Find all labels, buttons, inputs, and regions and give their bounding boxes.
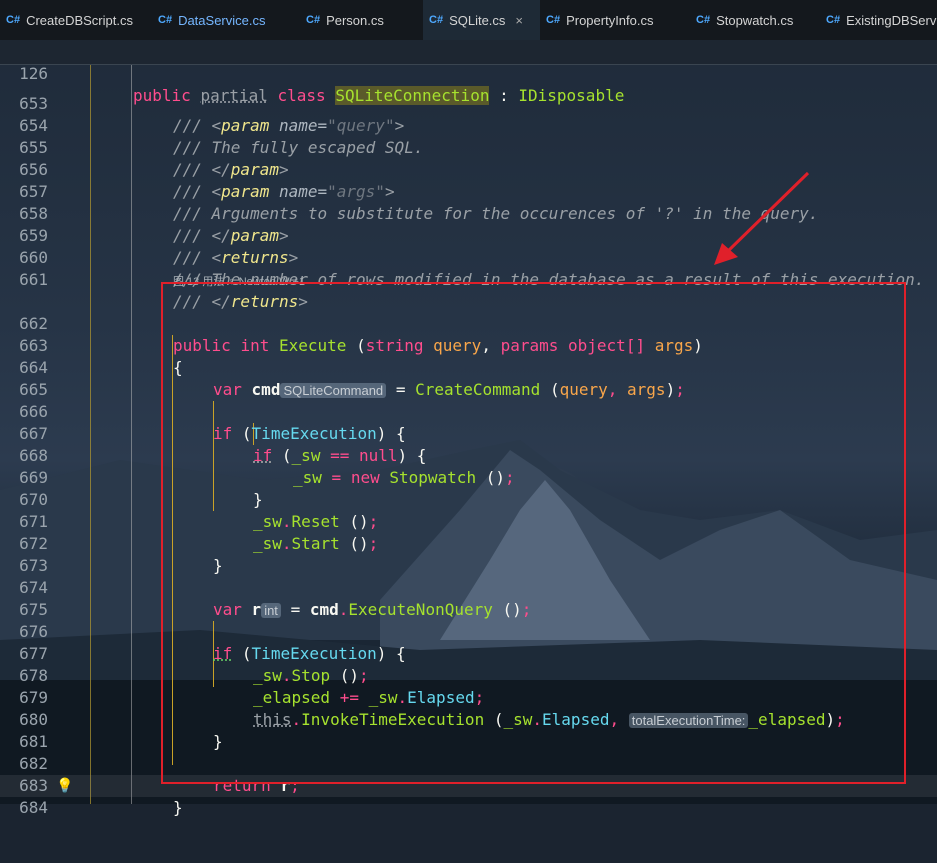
tab-stopwatch[interactable]: C# Stopwatch.cs (690, 0, 820, 40)
tab-person[interactable]: C# Person.cs (300, 0, 423, 40)
csharp-file-icon: C# (6, 14, 20, 26)
csharp-file-icon: C# (158, 14, 172, 26)
tab-label: Stopwatch.cs (716, 13, 793, 28)
annotation-highlight-box (161, 282, 906, 784)
tab-label: ExistingDBServ (846, 13, 936, 28)
tab-propertyinfo[interactable]: C# PropertyInfo.cs (540, 0, 690, 40)
csharp-file-icon: C# (826, 14, 840, 26)
tab-createdbscript[interactable]: C# CreateDBScript.cs (0, 0, 152, 40)
tab-label: CreateDBScript.cs (26, 13, 133, 28)
tab-dataservice[interactable]: C# DataService.cs (152, 0, 300, 40)
tab-label: DataService.cs (178, 13, 265, 28)
csharp-file-icon: C# (546, 14, 560, 26)
tab-label: PropertyInfo.cs (566, 13, 653, 28)
code-line: 656 /// <param name="args"> (0, 137, 937, 159)
line-number: 126 (0, 63, 48, 85)
csharp-file-icon: C# (696, 14, 710, 26)
csharp-file-icon: C# (306, 14, 320, 26)
csharp-file-icon: C# (429, 14, 443, 26)
annotation-arrow (700, 165, 820, 275)
tab-sqlite[interactable]: C# SQLite.cs × (423, 0, 540, 40)
editor-tab-bar: C# CreateDBScript.cs C# DataService.cs C… (0, 0, 937, 40)
code-line: 655 /// </param> (0, 115, 937, 137)
lightbulb-icon[interactable]: 💡 (56, 775, 73, 797)
class-name: SQLiteConnection (335, 86, 489, 105)
tab-label: Person.cs (326, 13, 384, 28)
interface-name: IDisposable (518, 86, 624, 105)
close-tab-icon[interactable]: × (515, 13, 523, 28)
colon: : (499, 86, 509, 105)
line-number: 684 (0, 797, 48, 819)
keyword: public (133, 86, 191, 105)
sticky-scroll-header[interactable]: 126 public partial class SQLiteConnectio… (0, 40, 937, 65)
line-number: 661 (0, 269, 48, 291)
keyword: class (278, 86, 326, 105)
keyword: partial (200, 86, 267, 105)
tab-existingdbservice[interactable]: C# ExistingDBServ (820, 0, 937, 40)
tab-label: SQLite.cs (449, 13, 505, 28)
